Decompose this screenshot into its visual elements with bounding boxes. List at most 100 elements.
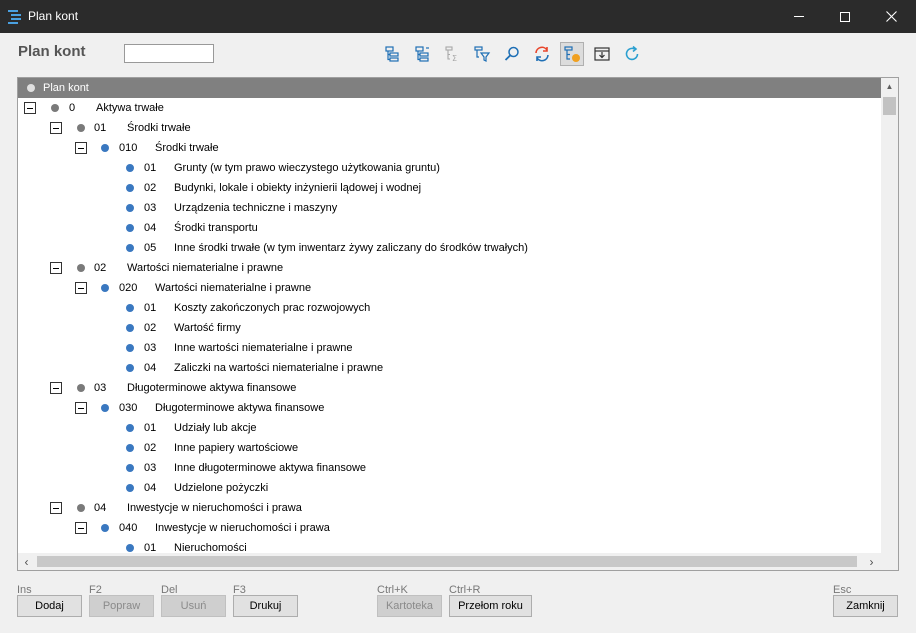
- horizontal-scrollbar[interactable]: ‹ ›: [18, 553, 898, 570]
- close-icon: [885, 11, 897, 22]
- tree-row[interactable]: 04 Zaliczki na wartości niematerialne i p…: [18, 358, 881, 378]
- scroll-right-icon[interactable]: ›: [863, 553, 880, 570]
- account-code: 01: [144, 422, 157, 434]
- tree-row[interactable]: 01 Środki trwałe: [18, 118, 881, 138]
- edit-button[interactable]: Popraw: [89, 595, 154, 617]
- tree-filter-button[interactable]: [470, 42, 494, 66]
- account-name: Inne długoterminowe aktywa finansowe: [174, 462, 367, 474]
- tree-row[interactable]: 04 Środki transportu: [18, 218, 881, 238]
- tree-expand-icon: [385, 46, 399, 62]
- tree-row[interactable]: 040 Inwestycje w nieruchomości i prawa: [18, 518, 881, 538]
- tree-highlight-button[interactable]: [560, 42, 584, 66]
- account-name: Aktywa trwałe: [96, 102, 164, 114]
- collapse-toggle-icon[interactable]: [50, 382, 62, 394]
- close-button[interactable]: [868, 0, 914, 33]
- export-icon: [594, 47, 610, 61]
- tree-row[interactable]: 02 Inne papiery wartościowe: [18, 438, 881, 458]
- account-code: 030: [119, 402, 138, 414]
- year-end-button[interactable]: Przełom roku: [449, 595, 532, 617]
- account-code: 04: [144, 362, 157, 374]
- tree-row[interactable]: 03 Inne długoterminowe aktywa finansowe: [18, 458, 881, 478]
- node-dot-icon: [126, 444, 134, 452]
- print-button[interactable]: Drukuj: [233, 595, 298, 617]
- account-name: Wartość firmy: [174, 322, 241, 334]
- tree-row[interactable]: 02 Wartości niematerialne i prawne: [18, 258, 881, 278]
- tree-column-header[interactable]: Plan kont: [18, 78, 881, 98]
- close-dialog-button[interactable]: Zamknij: [833, 595, 898, 617]
- refresh-sync-icon: [535, 46, 549, 62]
- tree-row[interactable]: 03 Inne wartości niematerialne i prawne: [18, 338, 881, 358]
- account-name: Środki transportu: [174, 222, 258, 234]
- account-tree[interactable]: Plan kont 0 Aktywa trwałe 01 Środki trwałe 0…: [17, 77, 899, 571]
- account-code: 04: [144, 482, 157, 494]
- tree-row[interactable]: 01 Grunty (w tym prawo wieczystego użytko…: [18, 158, 881, 178]
- sync-button[interactable]: [530, 42, 554, 66]
- node-dot-icon: [101, 144, 109, 152]
- scroll-left-icon[interactable]: ‹: [18, 553, 35, 570]
- vertical-scrollbar[interactable]: ▲: [881, 78, 898, 553]
- tree-row[interactable]: 05 Inne środki trwałe (w tym inwentarz ży…: [18, 238, 881, 258]
- collapse-toggle-icon[interactable]: [24, 102, 36, 114]
- search-icon: [504, 46, 519, 61]
- node-dot-icon: [77, 264, 85, 272]
- node-dot-icon: [101, 284, 109, 292]
- tree-row[interactable]: 030 Długoterminowe aktywa finansowe: [18, 398, 881, 418]
- tree-collapse-button[interactable]: [410, 42, 434, 66]
- account-code: 05: [144, 242, 157, 254]
- scroll-up-icon[interactable]: ▲: [881, 78, 898, 95]
- tree-expand-button[interactable]: [380, 42, 404, 66]
- account-code: 04: [94, 502, 107, 514]
- header-dot-icon: [27, 84, 35, 92]
- tree-row[interactable]: 01 Udziały lub akcje: [18, 418, 881, 438]
- tree-row[interactable]: 01 Nieruchomości: [18, 538, 881, 553]
- column-header-label: Plan kont: [43, 82, 89, 94]
- collapse-toggle-icon[interactable]: [75, 142, 87, 154]
- maximize-button[interactable]: [822, 0, 868, 33]
- node-dot-icon: [126, 184, 134, 192]
- search-button[interactable]: [500, 42, 524, 66]
- collapse-toggle-icon[interactable]: [50, 502, 62, 514]
- tree-sum-icon: Σ: [445, 46, 457, 63]
- account-name: Długoterminowe aktywa finansowe: [127, 382, 297, 394]
- minimize-button[interactable]: [776, 0, 822, 33]
- svg-text:Σ: Σ: [452, 54, 457, 63]
- tree-collapse-icon: [415, 46, 429, 62]
- tree-row[interactable]: 020 Wartości niematerialne i prawne: [18, 278, 881, 298]
- collapse-toggle-icon[interactable]: [75, 282, 87, 294]
- account-name: Inwestycje w nieruchomości i prawa: [155, 522, 330, 534]
- account-code: 02: [144, 182, 157, 194]
- add-button[interactable]: Dodaj: [17, 595, 82, 617]
- tree-row[interactable]: 03 Długoterminowe aktywa finansowe: [18, 378, 881, 398]
- tree-row[interactable]: 03 Urządzenia techniczne i maszyny: [18, 198, 881, 218]
- title-bar: Plan kont: [0, 0, 916, 33]
- delete-button[interactable]: Usuń: [161, 595, 226, 617]
- reload-icon: [625, 45, 639, 61]
- tree-row[interactable]: 0 Aktywa trwałe: [18, 98, 881, 118]
- tree-sum-button[interactable]: Σ: [440, 42, 464, 66]
- tree-row[interactable]: 04 Inwestycje w nieruchomości i prawa: [18, 498, 881, 518]
- account-code: 03: [144, 462, 157, 474]
- account-name: Udzielone pożyczki: [174, 482, 269, 494]
- tree-row[interactable]: 010 Środki trwałe: [18, 138, 881, 158]
- tree-row[interactable]: 01 Koszty zakończonych prac rozwojowych: [18, 298, 881, 318]
- account-code: 01: [144, 542, 157, 553]
- node-dot-icon: [126, 164, 134, 172]
- export-button[interactable]: [590, 42, 614, 66]
- collapse-toggle-icon[interactable]: [75, 522, 87, 534]
- account-code: 04: [144, 222, 157, 234]
- tree-row[interactable]: 02 Budynki, lokale i obiekty inżynierii l…: [18, 178, 881, 198]
- node-dot-icon: [126, 424, 134, 432]
- node-dot-icon: [101, 524, 109, 532]
- card-file-button[interactable]: Kartoteka: [377, 595, 442, 617]
- tree-highlight-icon: [564, 46, 580, 62]
- tree-row[interactable]: 04 Udzielone pożyczki: [18, 478, 881, 498]
- tree-row[interactable]: 02 Wartość firmy: [18, 318, 881, 338]
- vertical-scroll-thumb[interactable]: [883, 97, 896, 115]
- collapse-toggle-icon[interactable]: [50, 262, 62, 274]
- horizontal-scroll-thumb[interactable]: [37, 556, 857, 567]
- reload-button[interactable]: [620, 42, 644, 66]
- account-code: 01: [144, 302, 157, 314]
- collapse-toggle-icon[interactable]: [50, 122, 62, 134]
- filter-input[interactable]: [124, 44, 214, 63]
- collapse-toggle-icon[interactable]: [75, 402, 87, 414]
